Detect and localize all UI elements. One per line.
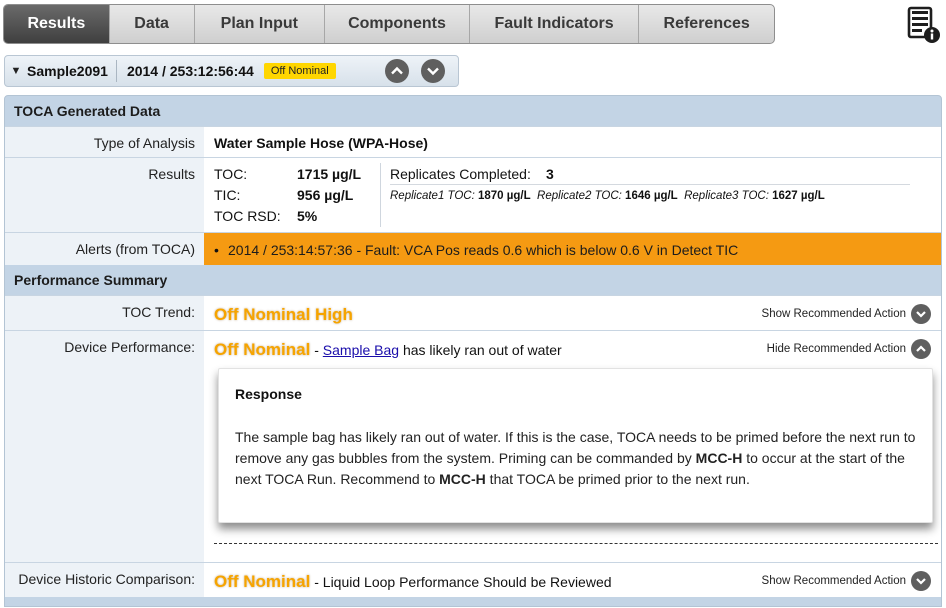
response-text-bold: MCC-H bbox=[695, 450, 743, 466]
toc-trend-status: Off Nominal High bbox=[214, 305, 353, 324]
toc-value: 1715 µg/L bbox=[297, 166, 362, 182]
toc-label: TOC: bbox=[214, 166, 248, 182]
replicate-list: Replicate1 TOC: 1870 µg/L Replicate2 TOC… bbox=[390, 190, 825, 202]
dash-separator: - bbox=[310, 342, 323, 358]
historic-comparison-cell: Off Nominal - Liquid Loop Performance Sh… bbox=[204, 563, 941, 597]
chevron-down-icon[interactable] bbox=[421, 59, 445, 83]
device-performance-label: Device Performance: bbox=[5, 331, 204, 562]
hide-action-label: Hide Recommended Action bbox=[766, 343, 906, 355]
historic-summary: Off Nominal - Liquid Loop Performance Sh… bbox=[214, 572, 612, 592]
type-of-analysis-value: Water Sample Hose (WPA-Hose) bbox=[214, 135, 428, 151]
tab-fault-indicators[interactable]: Fault Indicators bbox=[468, 5, 639, 43]
results-label: Results bbox=[5, 158, 204, 232]
historic-description: - Liquid Loop Performance Should be Revi… bbox=[310, 574, 612, 590]
chevron-down-icon bbox=[911, 304, 931, 324]
chevron-up-icon[interactable] bbox=[385, 59, 409, 83]
type-of-analysis-label: Type of Analysis bbox=[5, 127, 204, 157]
alerts-cell: • 2014 / 253:14:57:36 - Fault: VCA Pos r… bbox=[204, 233, 941, 265]
replicate3-value: 1627 µg/L bbox=[772, 190, 825, 202]
type-of-analysis-row: Type of Analysis Water Sample Hose (WPA-… bbox=[5, 126, 941, 157]
tab-components[interactable]: Components bbox=[324, 5, 469, 43]
type-of-analysis-cell: Water Sample Hose (WPA-Hose) bbox=[204, 127, 941, 157]
toc-trend-cell: Off Nominal High Show Recommended Action bbox=[204, 296, 941, 330]
toc-rsd-value: 5% bbox=[297, 208, 318, 224]
sample-name: Sample2091 bbox=[27, 63, 108, 79]
historic-comparison-row: Device Historic Comparison: Off Nominal … bbox=[5, 562, 941, 597]
show-recommended-action-button[interactable]: Show Recommended Action bbox=[762, 304, 931, 324]
alert-bullet: • bbox=[214, 242, 219, 258]
response-text: The sample bag has likely ran out of wat… bbox=[235, 427, 916, 490]
performance-section-title: Performance Summary bbox=[14, 272, 168, 288]
toc-trend-label: TOC Trend: bbox=[5, 296, 204, 330]
device-description: has likely ran out of water bbox=[399, 342, 562, 358]
dashed-divider bbox=[214, 543, 938, 544]
divider bbox=[380, 163, 381, 227]
historic-comparison-label: Device Historic Comparison: bbox=[5, 563, 204, 597]
replicate1-value: 1870 µg/L bbox=[478, 190, 531, 202]
device-performance-summary: Off Nominal - Sample Bag has likely ran … bbox=[214, 340, 562, 360]
replicate1-label: Replicate1 TOC: bbox=[390, 190, 475, 202]
response-title: Response bbox=[235, 386, 302, 402]
chevron-up-icon bbox=[911, 339, 931, 359]
historic-status: Off Nominal bbox=[214, 572, 311, 591]
tab-data[interactable]: Data bbox=[108, 5, 194, 43]
replicate3-label: Replicate3 TOC: bbox=[684, 190, 769, 202]
toc-trend-row: TOC Trend: Off Nominal High Show Recomme… bbox=[5, 295, 941, 330]
tic-label: TIC: bbox=[214, 187, 241, 203]
show-action-label: Show Recommended Action bbox=[761, 308, 906, 320]
show-recommended-action-button[interactable]: Show Recommended Action bbox=[762, 571, 931, 591]
hide-recommended-action-button[interactable]: Hide Recommended Action bbox=[767, 339, 931, 359]
show-action-label: Show Recommended Action bbox=[761, 575, 906, 587]
alerts-label: Alerts (from TOCA) bbox=[5, 233, 204, 265]
response-card: Response The sample bag has likely ran o… bbox=[218, 368, 933, 523]
status-badge: Off Nominal bbox=[263, 63, 336, 79]
replicate2-label: Replicate2 TOC: bbox=[537, 190, 622, 202]
device-performance-row: Device Performance: Off Nominal - Sample… bbox=[5, 330, 941, 562]
sample-time: 2014 / 253:12:56:44 bbox=[126, 63, 254, 79]
chevron-down-icon bbox=[911, 571, 931, 591]
replicates-label: Replicates Completed: bbox=[390, 166, 531, 182]
device-performance-cell: Off Nominal - Sample Bag has likely ran … bbox=[204, 331, 941, 562]
device-status: Off Nominal bbox=[214, 340, 311, 359]
alerts-row: Alerts (from TOCA) • 2014 / 253:14:57:36… bbox=[5, 232, 941, 265]
sample-bar: ▼ Sample2091 2014 / 253:12:56:44 Off Nom… bbox=[4, 55, 459, 87]
replicates-value: 3 bbox=[546, 166, 554, 182]
results-panel: TOCA Generated Data Type of Analysis Wat… bbox=[4, 95, 942, 607]
alert-item: 2014 / 253:14:57:36 - Fault: VCA Pos rea… bbox=[228, 242, 739, 258]
tab-plan-input[interactable]: Plan Input bbox=[193, 5, 325, 43]
caret-down-icon[interactable]: ▼ bbox=[5, 65, 27, 77]
replicate2-value: 1646 µg/L bbox=[625, 190, 678, 202]
results-cell: TOC: 1715 µg/L TIC: 956 µg/L TOC RSD: 5%… bbox=[204, 158, 941, 232]
sample-bag-link[interactable]: Sample Bag bbox=[323, 342, 399, 358]
response-text-part: that TOCA be primed prior to the next ru… bbox=[485, 471, 750, 487]
divider bbox=[390, 184, 910, 185]
response-text-bold: MCC-H bbox=[439, 471, 486, 487]
tic-value: 956 µg/L bbox=[297, 187, 354, 203]
report-info-icon[interactable] bbox=[904, 6, 942, 44]
results-row: Results TOC: 1715 µg/L TIC: 956 µg/L TOC… bbox=[5, 157, 941, 232]
toca-section-title: TOCA Generated Data bbox=[14, 103, 161, 119]
toc-rsd-label: TOC RSD: bbox=[214, 208, 281, 224]
tab-results[interactable]: Results bbox=[4, 5, 109, 43]
tab-bar: Results Data Plan Input Components Fault… bbox=[3, 4, 775, 44]
tab-references[interactable]: References bbox=[638, 5, 774, 43]
